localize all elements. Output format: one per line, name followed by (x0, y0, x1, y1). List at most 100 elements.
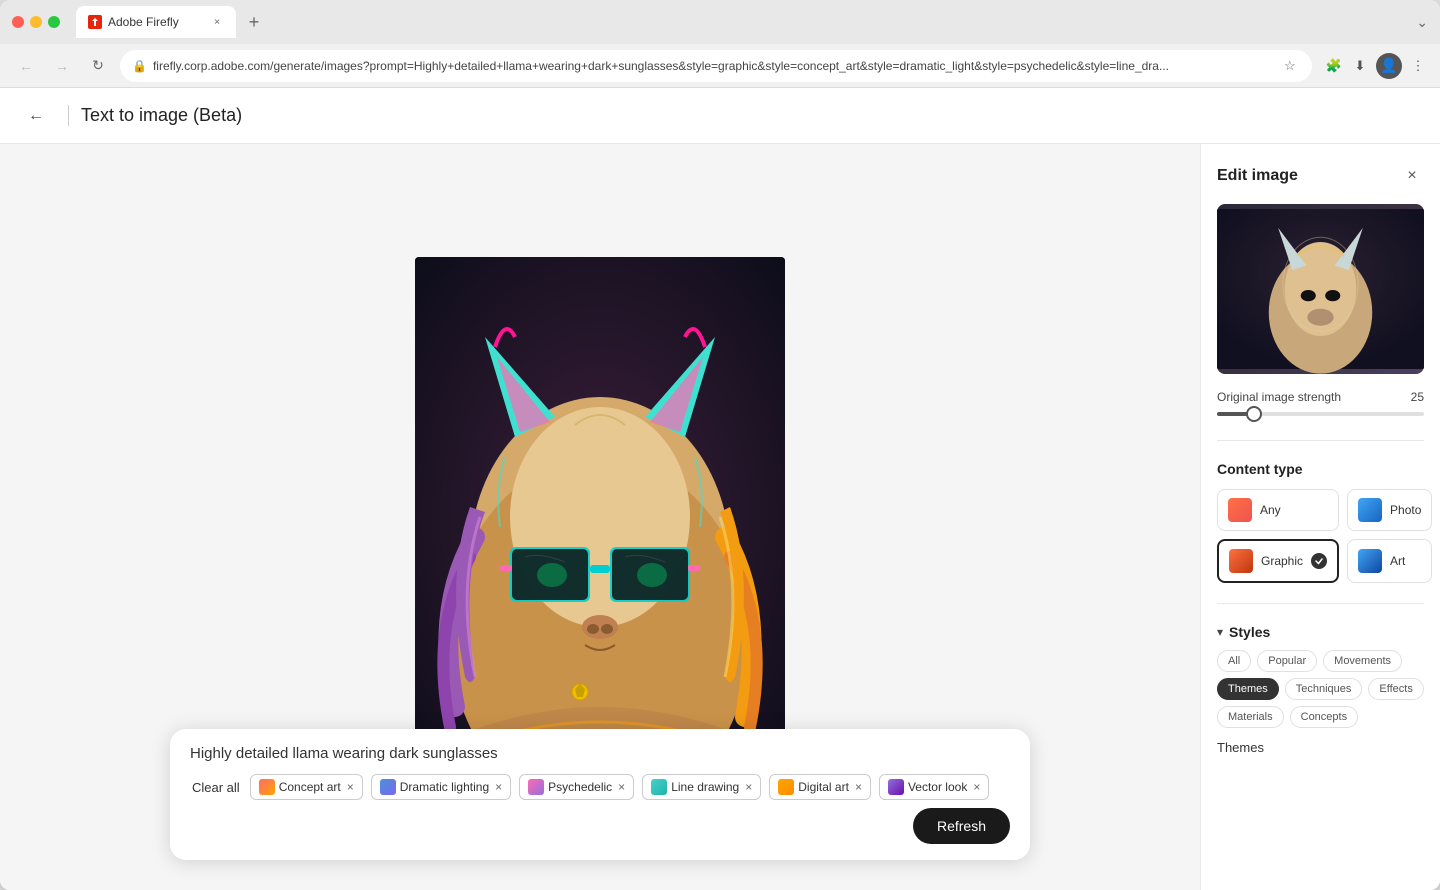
edit-panel: Edit image × (1200, 144, 1440, 890)
tag-digital-art[interactable]: Digital art × (769, 774, 871, 800)
content-type-art-label: Art (1390, 554, 1405, 568)
vector-look-icon (888, 779, 904, 795)
prompt-bar: Highly detailed llama wearing dark sungl… (170, 729, 1030, 860)
app-back-button[interactable]: ← (20, 100, 52, 132)
title-bar: Adobe Firefly × + ⌄ (0, 0, 1440, 44)
main-area: Highly detailed llama wearing dark sungl… (0, 144, 1440, 890)
styles-tabs: All Popular Movements Themes Techniques … (1217, 650, 1424, 728)
back-button[interactable]: ← (12, 52, 40, 80)
url-text: firefly.corp.adobe.com/generate/images?p… (153, 59, 1278, 73)
extensions-icon[interactable]: 🧩 (1324, 56, 1344, 76)
app-header: ← Text to image (Beta) (0, 88, 1440, 144)
content-type-section: Content type Any Photo Graphic (1217, 461, 1424, 583)
refresh-button[interactable]: Refresh (913, 808, 1010, 844)
tag-concept-art[interactable]: Concept art × (250, 774, 363, 800)
slider-label: Original image strength (1217, 390, 1341, 404)
active-tab[interactable]: Adobe Firefly × (76, 6, 236, 38)
tag-vector-look-label: Vector look (908, 780, 967, 794)
styles-header[interactable]: ▾ Styles (1217, 624, 1424, 640)
slider-track[interactable] (1217, 412, 1424, 416)
content-type-any[interactable]: Any (1217, 489, 1339, 531)
new-tab-button[interactable]: + (240, 8, 268, 36)
tag-dramatic-lighting-remove[interactable]: × (495, 780, 502, 794)
bookmark-icon[interactable]: ☆ (1284, 58, 1300, 74)
close-window-button[interactable] (12, 16, 24, 28)
style-tab-popular[interactable]: Popular (1257, 650, 1317, 672)
any-icon (1228, 498, 1252, 522)
line-drawing-icon (651, 779, 667, 795)
more-options-button[interactable]: ⋮ (1408, 56, 1428, 76)
address-bar-input[interactable]: 🔒 firefly.corp.adobe.com/generate/images… (120, 50, 1312, 82)
slider-label-row: Original image strength 25 (1217, 390, 1424, 404)
tag-psychedelic-label: Psychedelic (548, 780, 612, 794)
slider-section: Original image strength 25 (1217, 390, 1424, 420)
page-title: Text to image (Beta) (68, 105, 242, 126)
dramatic-lighting-icon (380, 779, 396, 795)
slider-fill (1217, 412, 1248, 416)
address-icons: ☆ (1284, 58, 1300, 74)
reload-button[interactable]: ↻ (84, 52, 112, 80)
tag-concept-art-remove[interactable]: × (347, 780, 354, 794)
photo-icon (1358, 498, 1382, 522)
tag-vector-look[interactable]: Vector look × (879, 774, 989, 800)
slider-value: 25 (1411, 390, 1424, 404)
address-bar: ← → ↻ 🔒 firefly.corp.adobe.com/generate/… (0, 44, 1440, 88)
tag-line-drawing-label: Line drawing (671, 780, 739, 794)
slider-thumb[interactable] (1246, 406, 1262, 422)
panel-image-inner (1217, 204, 1424, 374)
downloads-icon[interactable]: ⬇ (1350, 56, 1370, 76)
digital-art-icon (778, 779, 794, 795)
profile-icon[interactable]: 👤 (1376, 53, 1402, 79)
tag-dramatic-lighting-label: Dramatic lighting (400, 780, 489, 794)
style-tab-all[interactable]: All (1217, 650, 1251, 672)
content-type-photo[interactable]: Photo (1347, 489, 1432, 531)
canvas-area: Highly detailed llama wearing dark sungl… (0, 144, 1200, 890)
clear-all-button[interactable]: Clear all (190, 776, 242, 799)
psychedelic-icon (528, 779, 544, 795)
tag-psychedelic[interactable]: Psychedelic × (519, 774, 634, 800)
app-content: ← Text to image (Beta) (0, 88, 1440, 890)
tab-menu-button[interactable]: ⌄ (1416, 14, 1428, 31)
tab-right-controls: ⌄ (1416, 14, 1428, 31)
style-tab-materials[interactable]: Materials (1217, 706, 1284, 728)
content-type-graphic[interactable]: Graphic (1217, 539, 1339, 583)
tag-line-drawing-remove[interactable]: × (745, 780, 752, 794)
tab-bar: Adobe Firefly × + ⌄ (76, 6, 1428, 38)
browser-window: Adobe Firefly × + ⌄ ← → ↻ 🔒 firefly.corp… (0, 0, 1440, 890)
lock-icon: 🔒 (132, 59, 147, 73)
art-icon (1358, 549, 1382, 573)
edit-panel-title: Edit image (1217, 167, 1298, 185)
content-type-grid: Any Photo Graphic (1217, 489, 1424, 583)
tag-digital-art-label: Digital art (798, 780, 849, 794)
themes-label: Themes (1217, 740, 1424, 755)
content-type-any-label: Any (1260, 503, 1281, 517)
tab-favicon (88, 15, 102, 29)
tab-title: Adobe Firefly (108, 15, 179, 29)
panel-image (1217, 204, 1424, 374)
style-tab-movements[interactable]: Movements (1323, 650, 1402, 672)
styles-section: ▾ Styles All Popular Movements Themes Te… (1217, 624, 1424, 755)
divider (1217, 440, 1424, 441)
style-tab-concepts[interactable]: Concepts (1290, 706, 1358, 728)
maximize-window-button[interactable] (48, 16, 60, 28)
content-type-title: Content type (1217, 461, 1424, 477)
style-tab-themes[interactable]: Themes (1217, 678, 1279, 700)
tag-dramatic-lighting[interactable]: Dramatic lighting × (371, 774, 511, 800)
content-type-graphic-label: Graphic (1261, 554, 1303, 568)
tag-digital-art-remove[interactable]: × (855, 780, 862, 794)
content-type-photo-label: Photo (1390, 503, 1421, 517)
chrome-toolbar-icons: 🧩 ⬇ 👤 ⋮ (1324, 53, 1428, 79)
style-tab-techniques[interactable]: Techniques (1285, 678, 1363, 700)
tab-close-button[interactable]: × (210, 15, 224, 29)
content-type-art[interactable]: Art (1347, 539, 1432, 583)
edit-panel-close-button[interactable]: × (1400, 164, 1424, 188)
tag-line-drawing[interactable]: Line drawing × (642, 774, 761, 800)
graphic-check-icon (1311, 553, 1327, 569)
tag-psychedelic-remove[interactable]: × (618, 780, 625, 794)
tag-vector-look-remove[interactable]: × (973, 780, 980, 794)
edit-panel-header: Edit image × (1217, 164, 1424, 188)
prompt-text[interactable]: Highly detailed llama wearing dark sungl… (190, 745, 1010, 762)
style-tab-effects[interactable]: Effects (1368, 678, 1423, 700)
minimize-window-button[interactable] (30, 16, 42, 28)
forward-button[interactable]: → (48, 52, 76, 80)
